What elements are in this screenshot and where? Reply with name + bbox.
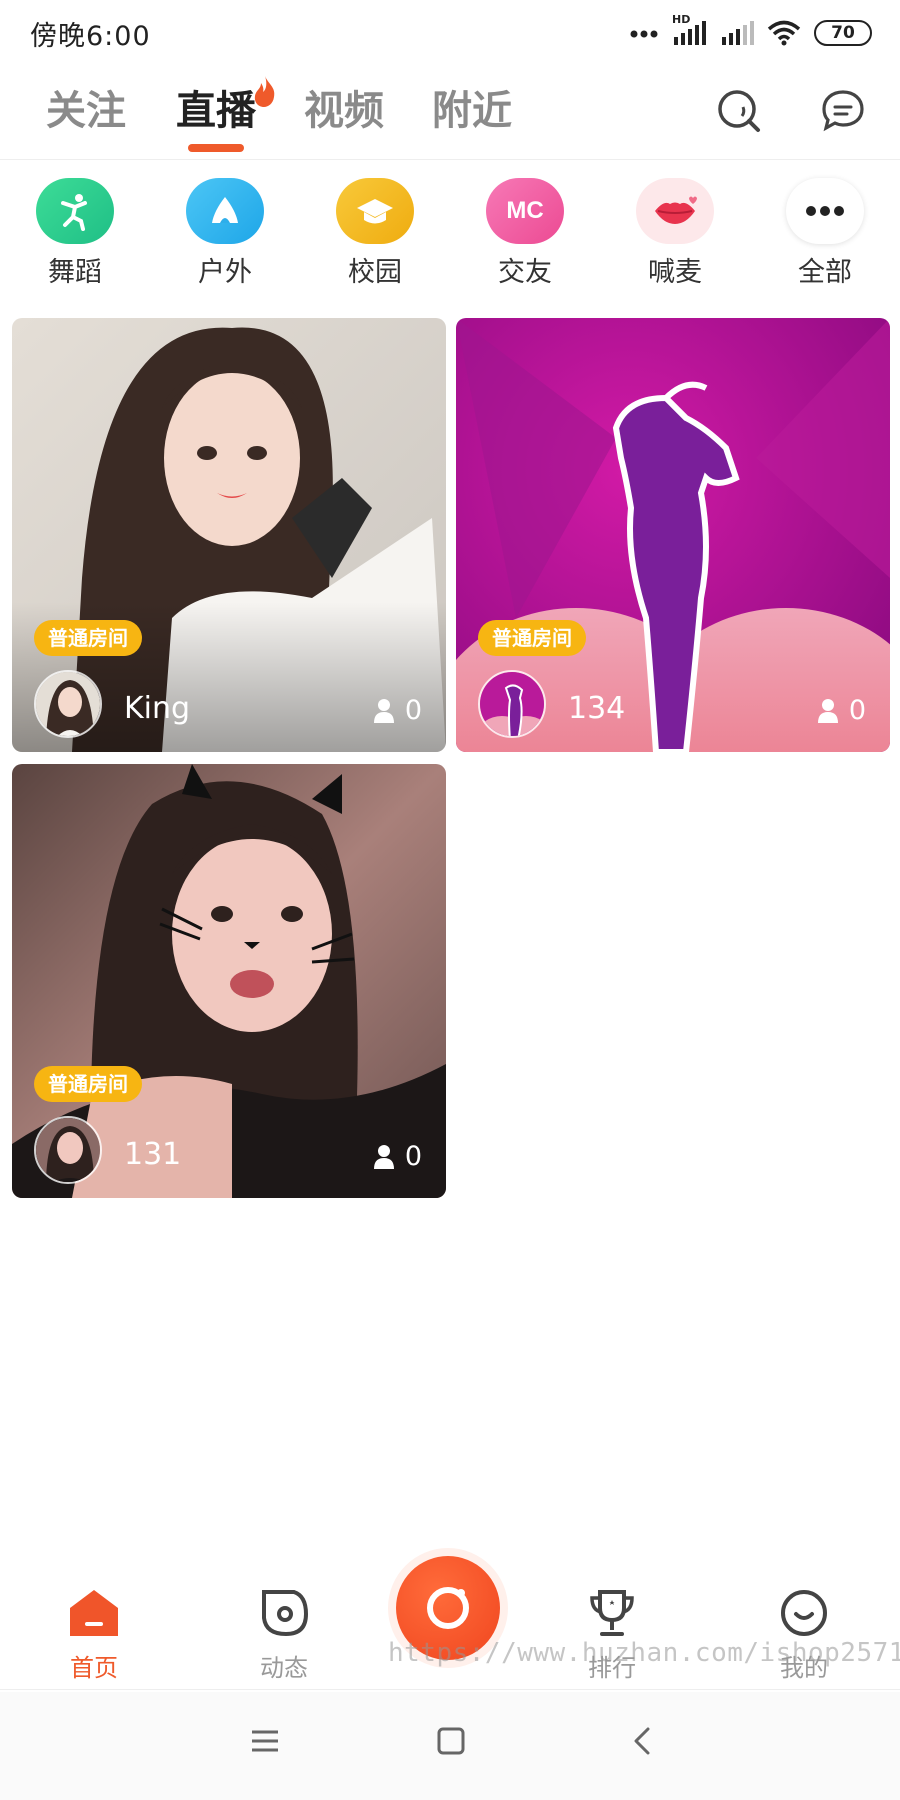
moments-icon <box>262 1590 309 1637</box>
wifi-icon <box>767 20 801 46</box>
active-tab-indicator <box>188 144 244 152</box>
home-icon <box>70 1590 118 1636</box>
tab-video[interactable]: 视频 <box>304 78 384 136</box>
dancer-icon <box>36 178 114 244</box>
live-room-card[interactable]: 普通房间 King 0 <box>12 318 446 752</box>
profile-icon <box>781 1590 827 1636</box>
search-icon[interactable] <box>716 88 762 134</box>
category-row: 舞蹈 户外 校园 MC 交友 喊麦 全部 <box>0 178 900 288</box>
camera-icon <box>427 1587 469 1629</box>
viewer-count-group: 0 <box>373 1141 422 1172</box>
category-label: 校园 <box>348 257 402 288</box>
category-friends[interactable]: MC 交友 <box>470 178 580 289</box>
category-label: 全部 <box>798 257 852 288</box>
battery-level: 70 <box>831 23 855 43</box>
tent-icon <box>186 178 264 244</box>
live-room-card[interactable]: 普通房间 131 0 <box>12 764 446 1198</box>
battery-indicator: 70 <box>814 20 872 46</box>
top-nav: 关注 直播 视频 附近 <box>0 64 900 160</box>
dots-icon <box>630 30 658 38</box>
tab-nearby[interactable]: 附近 <box>432 78 512 136</box>
menu-icon[interactable] <box>250 1726 280 1756</box>
avatar[interactable] <box>478 670 546 738</box>
streamer-name: 131 <box>124 1137 182 1172</box>
category-all[interactable]: 全部 <box>770 178 880 289</box>
person-icon <box>373 698 394 723</box>
system-nav-bar <box>0 1692 900 1800</box>
lips-icon <box>636 178 714 244</box>
graduation-cap-icon <box>336 178 414 244</box>
bottom-nav-label: 首页 <box>70 1654 118 1682</box>
status-time: 傍晚6:00 <box>30 21 151 52</box>
category-label: 喊麦 <box>648 257 702 288</box>
room-type-badge: 普通房间 <box>34 620 142 656</box>
more-dots-icon <box>786 178 864 244</box>
mc-icon-text: MC <box>506 197 544 224</box>
bottom-nav-profile[interactable]: 我的 <box>744 1588 864 1683</box>
message-icon[interactable] <box>820 88 866 134</box>
category-dance[interactable]: 舞蹈 <box>20 178 130 289</box>
room-type-badge: 普通房间 <box>34 1066 142 1102</box>
category-label: 舞蹈 <box>48 257 102 288</box>
flame-icon <box>254 76 275 107</box>
streamer-name: 134 <box>568 691 626 726</box>
tab-live[interactable]: 直播 <box>176 78 256 136</box>
status-bar: 傍晚6:00 HD 70 <box>0 0 900 64</box>
person-icon <box>373 1144 394 1169</box>
room-type-badge: 普通房间 <box>478 620 586 656</box>
viewer-count-group: 0 <box>817 695 866 726</box>
person-icon <box>817 698 838 723</box>
bottom-nav-home[interactable]: 首页 <box>34 1588 154 1683</box>
viewer-count-group: 0 <box>373 695 422 726</box>
avatar[interactable] <box>34 670 102 738</box>
bottom-nav-label: 动态 <box>260 1654 308 1682</box>
category-label: 交友 <box>498 257 552 288</box>
viewer-count: 0 <box>404 695 422 726</box>
streamer-name: King <box>124 691 191 726</box>
home-square-icon[interactable] <box>436 1726 466 1756</box>
bottom-nav-moments[interactable]: 动态 <box>224 1588 344 1683</box>
trophy-icon <box>590 1590 634 1636</box>
avatar[interactable] <box>34 1116 102 1184</box>
signal-icon-2 <box>722 21 754 45</box>
back-icon[interactable] <box>628 1726 658 1756</box>
watermark: https://www.huzhan.com/ishop25713 <box>388 1638 900 1668</box>
tab-follow[interactable]: 关注 <box>46 78 126 136</box>
category-outdoor[interactable]: 户外 <box>170 178 280 289</box>
signal-icon <box>674 21 706 45</box>
status-icons: HD 70 <box>630 13 872 50</box>
category-label: 户外 <box>198 257 252 288</box>
live-room-card[interactable]: 普通房间 134 0 <box>456 318 890 752</box>
bottom-nav-ranking[interactable]: 排行 <box>552 1588 672 1683</box>
category-mc[interactable]: 喊麦 <box>620 178 730 289</box>
signal-hd-group: HD <box>672 13 708 47</box>
category-campus[interactable]: 校园 <box>320 178 430 289</box>
viewer-count: 0 <box>404 1141 422 1172</box>
viewer-count: 0 <box>848 695 866 726</box>
mc-icon: MC <box>486 178 564 244</box>
